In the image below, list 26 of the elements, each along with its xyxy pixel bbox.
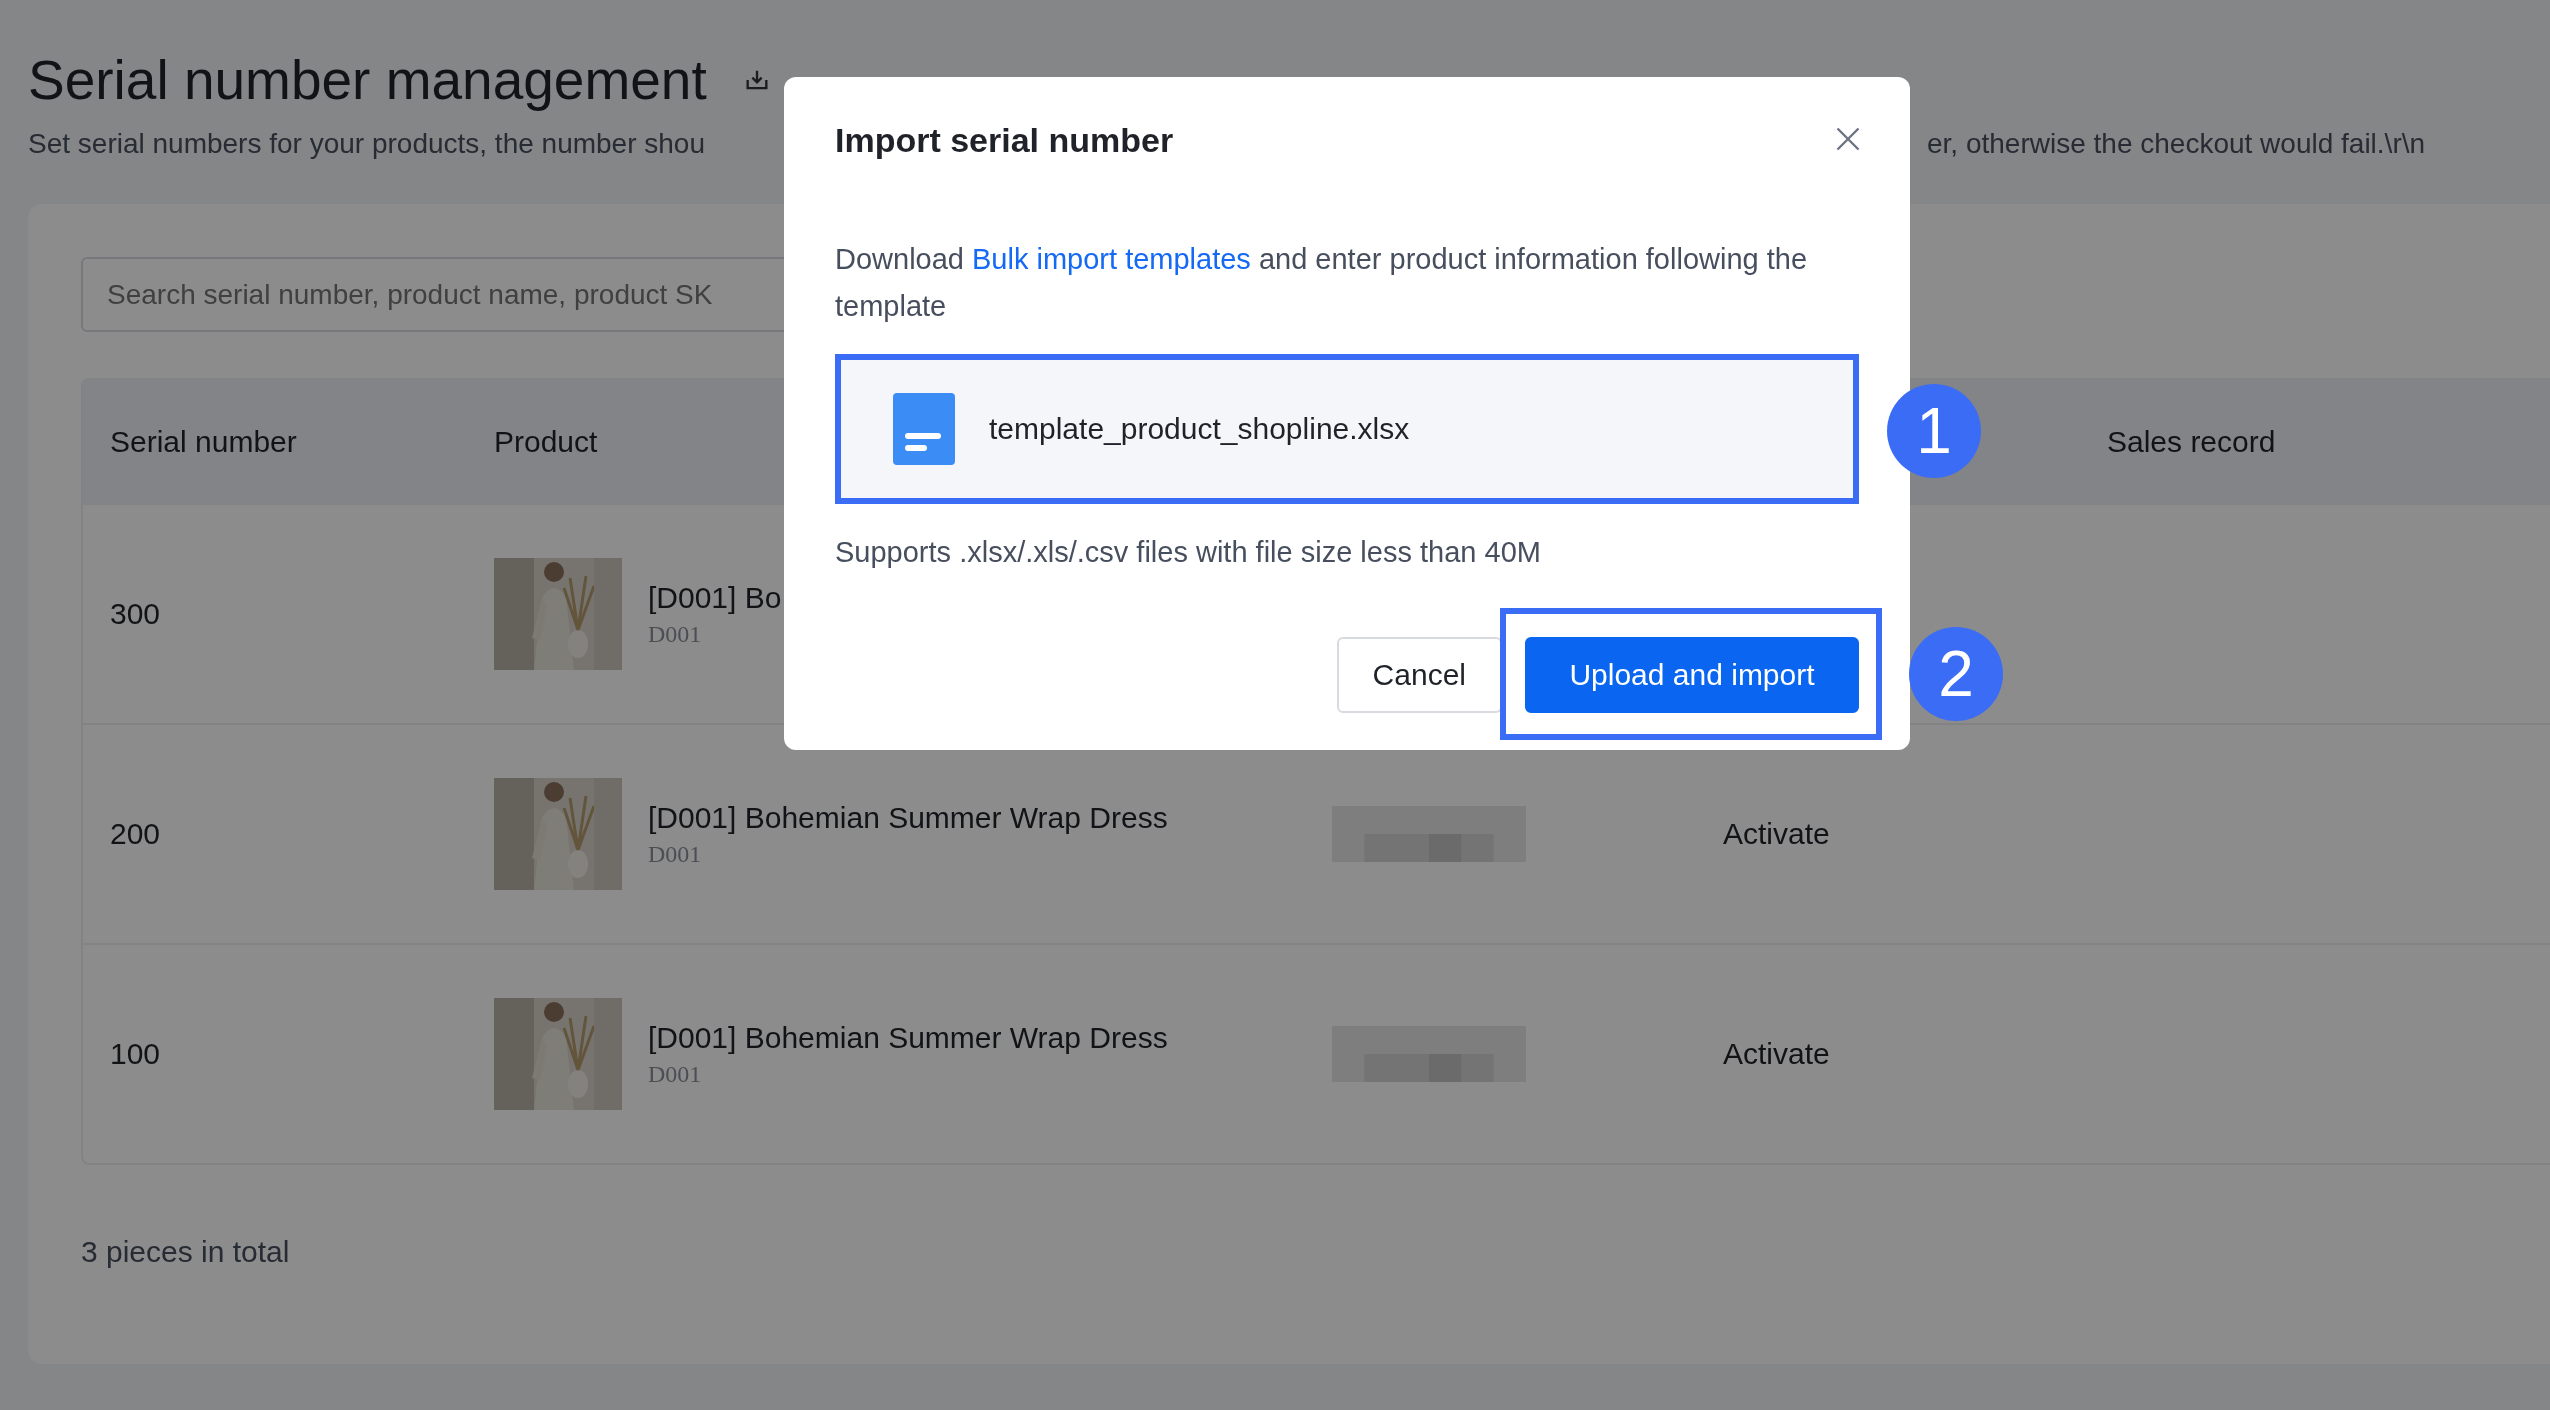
table-cell: Activate xyxy=(1723,817,1830,851)
upload-button[interactable]: Upload and import xyxy=(1525,637,1859,713)
close-icon[interactable] xyxy=(1834,125,1862,153)
product-name[interactable]: [D001] Bohemian Summer Wrap Dress xyxy=(648,800,1168,835)
table-cell: 200 xyxy=(110,817,161,851)
table-cell: 100 xyxy=(110,1037,161,1071)
product-name[interactable]: [D001] Bo xyxy=(648,580,782,615)
column-header: Serial number xyxy=(110,424,297,458)
product-sku: D001 xyxy=(648,1060,703,1088)
dialog-title: Import serial number xyxy=(835,121,1174,160)
total-count: 3 pieces in total xyxy=(81,1235,291,1269)
table-cell: Activate xyxy=(1723,1037,1830,1071)
product-sku: D001 xyxy=(648,840,703,868)
table-cell: 300 xyxy=(110,597,161,631)
file-item[interactable]: template_product_shopline.xlsx xyxy=(835,354,1859,504)
file-name: template_product_shopline.xlsx xyxy=(989,412,1410,446)
product-sku: D001 xyxy=(648,620,703,648)
product-name[interactable]: [D001] Bohemian Summer Wrap Dress xyxy=(648,1020,1168,1055)
column-header: Product xyxy=(494,424,598,458)
column-header: Sales record xyxy=(2107,424,2276,458)
file-icon xyxy=(893,393,955,465)
page-title: Serial number management xyxy=(28,48,707,112)
cancel-button[interactable]: Cancel xyxy=(1336,637,1502,713)
page-description: er, otherwise the checkout would fail.\r\n xyxy=(1927,128,2426,160)
page-description: Set serial numbers for your products, the number shou xyxy=(28,128,705,160)
file-hint: Supports .xlsx/.xls/.csv files with file size less than 40M xyxy=(835,536,1542,569)
